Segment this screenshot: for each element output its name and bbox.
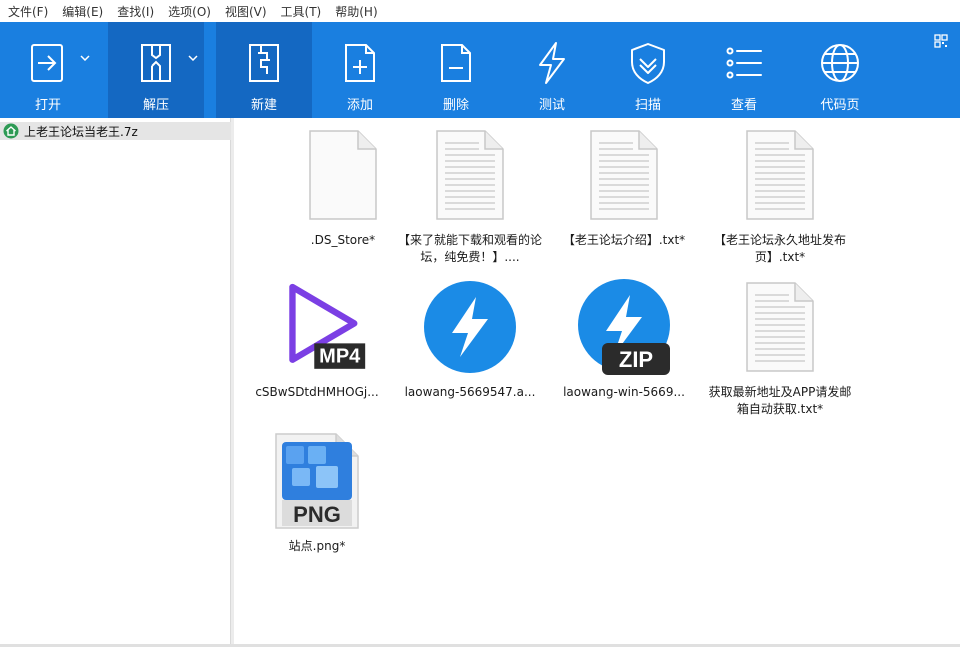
file-item[interactable]: 【来了就能下载和观看的论坛，纯免费！】.... <box>392 126 548 266</box>
test-button[interactable]: 测试 <box>504 22 600 118</box>
menu-edit[interactable]: 编辑(E) <box>54 3 109 20</box>
toolbar: 打开 解压 新建 添加 删除 测试 扫描 查看 代码页 <box>0 22 960 118</box>
file-item[interactable]: PNG 站点.png* <box>239 432 395 555</box>
open-dropdown-icon[interactable] <box>80 55 90 61</box>
zip-badge: ZIP <box>619 347 653 372</box>
extract-dropdown-icon[interactable] <box>188 55 198 61</box>
png-badge: PNG <box>293 502 341 527</box>
file-name: laowang-win-5669... <box>563 385 685 399</box>
menu-view[interactable]: 视图(V) <box>217 3 273 20</box>
new-archive-icon <box>239 38 289 88</box>
png-image-icon: PNG <box>267 432 367 530</box>
text-file-icon <box>730 126 830 224</box>
code-page-button[interactable]: 代码页 <box>792 22 888 118</box>
shield-icon <box>623 38 673 88</box>
extract-icon <box>131 38 181 88</box>
open-icon <box>23 38 73 88</box>
app-installer-icon <box>420 278 520 376</box>
text-file-icon <box>420 126 520 224</box>
file-name: 【老王论坛永久地址发布页】.txt* <box>713 233 846 264</box>
text-file-icon <box>730 278 830 376</box>
grid-menu-icon[interactable] <box>934 34 948 48</box>
file-item[interactable]: MP4 cSBwSDtdHMHOGj... <box>239 278 395 401</box>
menu-bar: 文件(F) 编辑(E) 查找(I) 选项(O) 视图(V) 工具(T) 帮助(H… <box>0 0 960 22</box>
tree-item-archive[interactable]: 上老王论坛当老王.7z <box>0 122 231 140</box>
file-name: 【来了就能下载和观看的论坛，纯免费！】.... <box>397 233 542 264</box>
add-file-icon <box>335 38 385 88</box>
file-item[interactable]: 【老王论坛永久地址发布页】.txt* <box>702 126 858 266</box>
file-list: .DS_Store* 【来了就能下载和观看的论坛，纯免费！】.... 【老王论坛… <box>234 118 960 644</box>
file-item[interactable]: 【老王论坛介绍】.txt* <box>546 126 702 249</box>
file-name: cSBwSDtdHMHOGj... <box>255 385 379 399</box>
text-file-icon <box>574 126 674 224</box>
menu-help[interactable]: 帮助(H) <box>327 3 383 20</box>
menu-find[interactable]: 查找(I) <box>109 3 160 20</box>
file-item[interactable]: laowang-5669547.a... <box>392 278 548 401</box>
file-item[interactable]: 获取最新地址及APP请发邮箱自动获取.txt* <box>702 278 858 418</box>
test-label: 测试 <box>538 98 565 113</box>
scan-button[interactable]: 扫描 <box>600 22 696 118</box>
menu-options[interactable]: 选项(O) <box>160 3 217 20</box>
list-icon <box>719 38 769 88</box>
zip-archive-icon: ZIP <box>574 278 674 376</box>
extract-button[interactable]: 解压 <box>108 22 204 118</box>
file-name: 【老王论坛介绍】.txt* <box>562 233 686 247</box>
delete-button[interactable]: 删除 <box>408 22 504 118</box>
add-label: 添加 <box>346 98 373 113</box>
delete-file-icon <box>431 38 481 88</box>
code-page-label: 代码页 <box>820 98 860 113</box>
view-label: 查看 <box>730 98 757 113</box>
file-name: 站点.png* <box>288 539 346 553</box>
archive-root-icon <box>3 123 19 139</box>
add-button[interactable]: 添加 <box>312 22 408 118</box>
file-name: laowang-5669547.a... <box>404 385 536 399</box>
new-label: 新建 <box>250 98 277 113</box>
open-button[interactable]: 打开 <box>0 22 96 118</box>
tree-item-label: 上老王论坛当老王.7z <box>24 124 138 139</box>
file-name: 获取最新地址及APP请发邮箱自动获取.txt* <box>708 385 852 416</box>
extract-label: 解压 <box>142 98 169 113</box>
delete-label: 删除 <box>442 98 469 113</box>
globe-icon <box>815 38 865 88</box>
view-button[interactable]: 查看 <box>696 22 792 118</box>
new-button[interactable]: 新建 <box>216 22 312 118</box>
mp4-badge: MP4 <box>319 345 361 367</box>
file-item[interactable]: ZIP laowang-win-5669... <box>546 278 702 401</box>
menu-tools[interactable]: 工具(T) <box>273 3 328 20</box>
generic-file-icon <box>293 126 393 224</box>
mp4-video-icon: MP4 <box>267 278 367 376</box>
lightning-icon <box>527 38 577 88</box>
open-label: 打开 <box>34 98 61 113</box>
menu-file[interactable]: 文件(F) <box>0 3 54 20</box>
folder-tree: 上老王论坛当老王.7z <box>0 118 231 644</box>
scan-label: 扫描 <box>634 98 661 113</box>
